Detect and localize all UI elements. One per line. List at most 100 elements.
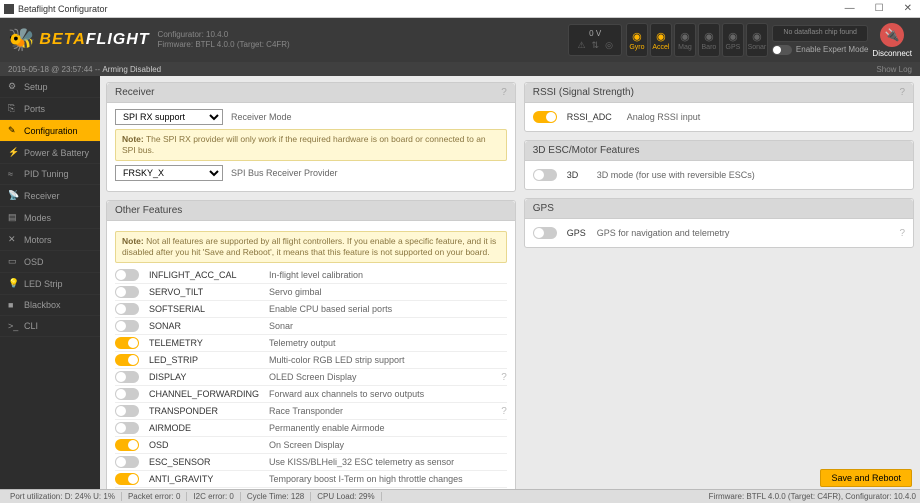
feature-toggle[interactable] <box>115 422 139 434</box>
sensor-label: Baro <box>702 44 717 51</box>
help-icon[interactable]: ? <box>899 87 905 98</box>
panel-title: GPS <box>533 203 554 214</box>
feature-toggle[interactable] <box>115 354 139 366</box>
feature-desc: Race Transponder <box>269 406 497 416</box>
sidebar-item-pid-tuning[interactable]: ≈PID Tuning <box>0 164 100 185</box>
feature-desc: GPS for navigation and telemetry <box>597 228 896 238</box>
feature-toggle[interactable] <box>115 388 139 400</box>
sidebar-item-osd[interactable]: ▭OSD <box>0 251 100 273</box>
sidebar-item-power-battery[interactable]: ⚡Power & Battery <box>0 142 100 164</box>
panel-title: Receiver <box>115 87 154 98</box>
receiver-mode-select[interactable]: SPI RX support <box>115 109 223 125</box>
logo-flight: FLIGHT <box>86 31 150 48</box>
maximize-button[interactable]: ☐ <box>871 3 888 14</box>
nav-icon: ✎ <box>8 125 18 136</box>
save-reboot-button[interactable]: Save and Reboot <box>820 469 912 487</box>
plug-icon: 🔌 <box>880 23 904 47</box>
sensor-icon: ◉ <box>656 30 666 43</box>
battery-voltage: 0 V <box>589 29 601 38</box>
battery-status: 0 V ⚠ ⇅ ◎ <box>568 24 621 56</box>
sidebar-item-cli[interactable]: >_ CLI <box>0 316 100 337</box>
sidebar-item-setup[interactable]: ⚙ Setup <box>0 76 100 98</box>
gps-panel: GPS GPS GPS for navigation and telemetry… <box>524 198 914 248</box>
sidebar-item-motors[interactable]: ✕ Motors <box>0 229 100 251</box>
sensor-label: GPS <box>726 44 741 51</box>
nav-label: Configuration <box>24 126 78 136</box>
sidebar-item-configuration[interactable]: ✎ Configuration <box>0 120 100 142</box>
disconnect-button[interactable]: 🔌 Disconnect <box>872 23 912 58</box>
gps-panel-header: GPS <box>525 199 913 219</box>
feature-desc: Telemetry output <box>269 338 507 348</box>
sidebar-item-blackbox[interactable]: ■Blackbox <box>0 295 100 316</box>
rssi-adc-toggle[interactable] <box>533 111 557 123</box>
nav-label: CLI <box>24 321 38 331</box>
feature-toggle[interactable] <box>115 405 139 417</box>
nav-icon: >_ <box>8 321 18 331</box>
help-icon[interactable]: ? <box>899 228 905 239</box>
nav-label: Blackbox <box>24 300 61 310</box>
spi-provider-select[interactable]: FRSKY_X <box>115 165 223 181</box>
nav-label: Motors <box>24 235 52 245</box>
expert-mode-toggle[interactable]: Enable Expert Mode <box>772 45 869 55</box>
sensor-icon: ◉ <box>632 30 642 43</box>
sensor-mag: ◉Mag <box>674 23 696 57</box>
feature-row-anti_gravity: ANTI_GRAVITYTemporary boost I-Term on hi… <box>115 471 507 488</box>
footer: Port utilization: D: 24% U: 1% Packet er… <box>0 489 920 503</box>
feature-desc: Permanently enable Airmode <box>269 423 507 433</box>
minimize-button[interactable]: — <box>841 3 859 14</box>
feature-toggle[interactable] <box>115 439 139 451</box>
feature-name: TRANSPONDER <box>149 406 269 416</box>
receiver-mode-label: Receiver Mode <box>231 112 292 122</box>
nav-label: OSD <box>24 257 44 267</box>
sidebar-item-receiver[interactable]: 📡Receiver <box>0 185 100 207</box>
feature-toggle[interactable] <box>115 320 139 332</box>
expert-label: Enable Expert Mode <box>796 45 869 54</box>
esc-3d-row: 3D 3D mode (for use with reversible ESCs… <box>533 167 905 183</box>
feature-desc: Use KISS/BLHeli_32 ESC telemetry as sens… <box>269 457 507 467</box>
features-note: Note: Not all features are supported by … <box>115 231 507 263</box>
esc-3d-header: 3D ESC/Motor Features <box>525 141 913 161</box>
target-icon: ◎ <box>605 40 613 51</box>
sidebar-item-modes[interactable]: ▤Modes <box>0 207 100 229</box>
feature-toggle[interactable] <box>115 269 139 281</box>
nav-icon: ⚙ <box>8 81 18 92</box>
link-icon: ⇅ <box>592 40 600 51</box>
feature-toggle[interactable] <box>115 371 139 383</box>
feature-toggle[interactable] <box>115 303 139 315</box>
sidebar-nav: ⚙ Setup ⎘ Ports ✎ Configuration ⚡Power & Batte… <box>0 76 100 489</box>
header-version-info: Configurator: 10.4.0 Firmware: BTFL 4.0.… <box>158 30 290 49</box>
nav-icon: ⎘ <box>8 103 18 114</box>
content-area[interactable]: Receiver ? SPI RX support Receiver Mode … <box>100 76 920 489</box>
gps-toggle[interactable] <box>533 227 557 239</box>
sensor-label: Sonar <box>748 44 767 51</box>
feature-toggle[interactable] <box>115 337 139 349</box>
nav-icon: 💡 <box>8 278 18 289</box>
close-button[interactable]: ✕ <box>900 3 916 14</box>
feature-name: DISPLAY <box>149 372 269 382</box>
sensor-gps: ◉GPS <box>722 23 744 57</box>
sidebar-item-led-strip[interactable]: 💡LED Strip <box>0 273 100 295</box>
feature-name: OSD <box>149 440 269 450</box>
help-icon[interactable]: ? <box>501 372 507 383</box>
feature-row-airmode: AIRMODEPermanently enable Airmode <box>115 420 507 437</box>
feature-toggle[interactable] <box>115 473 139 485</box>
nav-icon: ✕ <box>8 234 18 245</box>
feature-row-softserial: SOFTSERIALEnable CPU based serial ports <box>115 301 507 318</box>
3d-toggle[interactable] <box>533 169 557 181</box>
expert-switch[interactable] <box>772 45 792 55</box>
feature-name: INFLIGHT_ACC_CAL <box>149 270 269 280</box>
help-icon[interactable]: ? <box>501 87 507 98</box>
nav-label: Setup <box>24 82 48 92</box>
receiver-panel-header: Receiver ? <box>107 83 515 103</box>
feature-toggle[interactable] <box>115 456 139 468</box>
nav-label: Ports <box>24 104 45 114</box>
nav-label: Modes <box>24 213 51 223</box>
sidebar-item-ports[interactable]: ⎘ Ports <box>0 98 100 120</box>
window-title: Betaflight Configurator <box>18 4 841 14</box>
feature-toggle[interactable] <box>115 286 139 298</box>
help-icon[interactable]: ? <box>501 406 507 417</box>
show-log-button[interactable]: Show Log <box>876 65 912 74</box>
feature-row-led_strip: LED_STRIPMulti-color RGB LED strip suppo… <box>115 352 507 369</box>
sensor-icon: ◉ <box>728 30 738 43</box>
nav-label: PID Tuning <box>24 169 69 179</box>
